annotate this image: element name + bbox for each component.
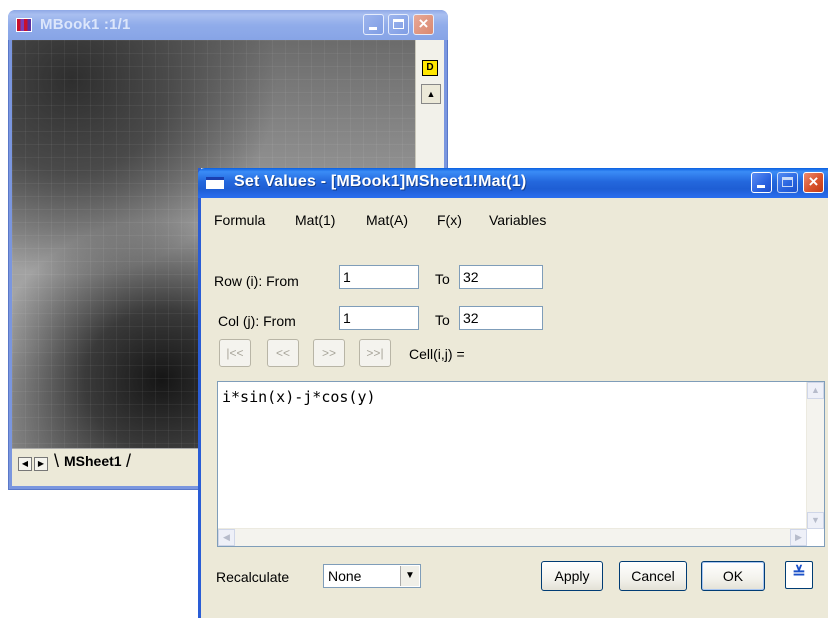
dialog-menubar: Formula Mat(1) Mat(A) F(x) Variables bbox=[201, 212, 828, 232]
menu-formula[interactable]: Formula bbox=[214, 212, 265, 228]
recalculate-label: Recalculate bbox=[216, 569, 290, 585]
dialog-close-button[interactable]: × bbox=[803, 172, 824, 193]
recalculate-value: None bbox=[328, 568, 362, 584]
set-values-dialog[interactable]: Set Values - [MBook1]MSheet1!Mat(1) × Fo… bbox=[198, 168, 828, 618]
apply-button[interactable]: Apply bbox=[541, 561, 603, 591]
data-mode-badge[interactable]: D bbox=[422, 60, 438, 76]
dialog-maximize-button[interactable] bbox=[777, 172, 798, 193]
menu-fx[interactable]: F(x) bbox=[437, 212, 462, 228]
menu-matA[interactable]: Mat(A) bbox=[366, 212, 408, 228]
last-cell-button[interactable]: >>| bbox=[359, 339, 391, 367]
minimize-icon bbox=[757, 185, 765, 188]
next-cell-button[interactable]: >> bbox=[313, 339, 345, 367]
menu-mat1[interactable]: Mat(1) bbox=[295, 212, 335, 228]
tab-right-edge: / bbox=[126, 451, 132, 471]
col-to-input[interactable]: 32 bbox=[459, 306, 543, 330]
editor-vertical-scrollbar[interactable]: ▲ ▼ bbox=[806, 382, 824, 529]
matrix-book-titlebar[interactable]: MBook1 :1/1 × bbox=[8, 10, 448, 40]
dialog-titlebar[interactable]: Set Values - [MBook1]MSheet1!Mat(1) × bbox=[198, 168, 828, 198]
row-to-label: To bbox=[435, 271, 450, 287]
editor-scroll-up-icon[interactable]: ▲ bbox=[807, 382, 824, 399]
cell-expression-label: Cell(i,j) = bbox=[409, 346, 465, 362]
matrix-book-icon bbox=[16, 18, 32, 32]
minimize-icon bbox=[369, 27, 377, 30]
scroll-up-button[interactable]: ▲ bbox=[421, 84, 441, 104]
sheet-tab-msheet1[interactable]: MSheet1 bbox=[64, 453, 122, 469]
close-icon: × bbox=[418, 14, 429, 33]
dialog-title: Set Values - [MBook1]MSheet1!Mat(1) bbox=[234, 173, 527, 190]
tab-scroll-left-icon[interactable]: ◀ bbox=[18, 457, 32, 471]
row-from-input[interactable]: 1 bbox=[339, 265, 419, 289]
close-button[interactable]: × bbox=[413, 14, 434, 35]
chevron-down-icon[interactable]: ▼ bbox=[400, 566, 419, 586]
expand-dialog-button[interactable]: ≚ bbox=[785, 561, 813, 589]
editor-scroll-right-icon[interactable]: ▶ bbox=[790, 529, 807, 546]
col-from-input[interactable]: 1 bbox=[339, 306, 419, 330]
dialog-icon bbox=[206, 177, 224, 189]
previous-cell-button[interactable]: << bbox=[267, 339, 299, 367]
formula-text: i*sin(x)-j*cos(y) bbox=[222, 388, 376, 406]
editor-horizontal-scrollbar[interactable]: ◀ ▶ bbox=[218, 528, 807, 546]
ok-button[interactable]: OK bbox=[701, 561, 765, 591]
matrix-book-title: MBook1 :1/1 bbox=[40, 16, 131, 33]
close-icon: × bbox=[808, 172, 819, 191]
maximize-button[interactable] bbox=[388, 14, 409, 35]
editor-scroll-down-icon[interactable]: ▼ bbox=[807, 512, 824, 529]
editor-scroll-left-icon[interactable]: ◀ bbox=[218, 529, 235, 546]
menu-variables[interactable]: Variables bbox=[489, 212, 546, 228]
row-from-label: Row (i): From bbox=[214, 273, 299, 289]
maximize-icon bbox=[782, 177, 793, 187]
tab-scroll-right-icon[interactable]: ▶ bbox=[34, 457, 48, 471]
recalculate-select[interactable]: None ▼ bbox=[323, 564, 421, 588]
cancel-button[interactable]: Cancel bbox=[619, 561, 687, 591]
dialog-minimize-button[interactable] bbox=[751, 172, 772, 193]
formula-editor[interactable]: i*sin(x)-j*cos(y) ▲ ▼ ◀ ▶ bbox=[217, 381, 825, 547]
first-cell-button[interactable]: |<< bbox=[219, 339, 251, 367]
col-to-label: To bbox=[435, 312, 450, 328]
tab-left-edge: \ bbox=[54, 451, 60, 471]
row-to-input[interactable]: 32 bbox=[459, 265, 543, 289]
minimize-button[interactable] bbox=[363, 14, 384, 35]
maximize-icon bbox=[393, 19, 404, 29]
col-from-label: Col (j): From bbox=[218, 313, 296, 329]
